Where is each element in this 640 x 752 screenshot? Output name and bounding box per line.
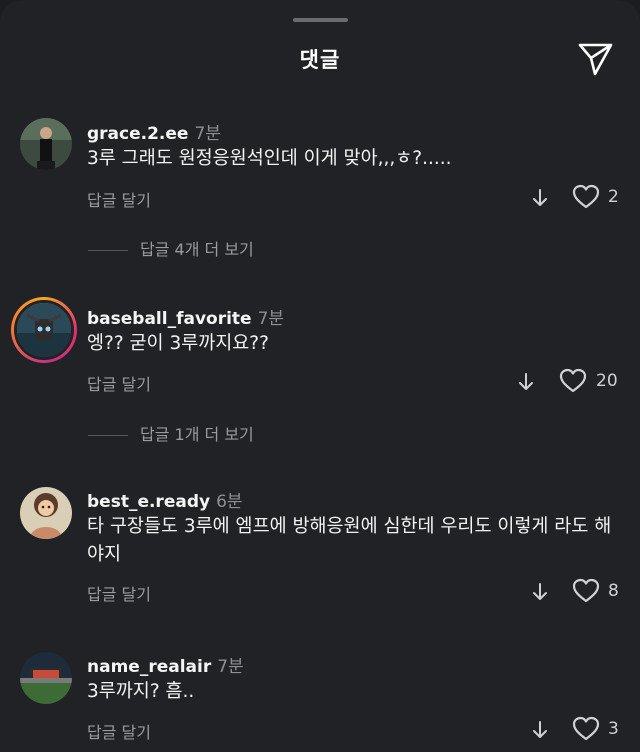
view-replies-label: 답글 1개 더 보기 bbox=[140, 425, 254, 444]
arrow-down-icon[interactable] bbox=[517, 372, 535, 392]
drag-handle[interactable] bbox=[293, 18, 348, 22]
avatar[interactable] bbox=[20, 652, 72, 704]
view-more-replies[interactable]: 답글 1개 더 보기 bbox=[88, 421, 254, 445]
comment-time: 7분 bbox=[194, 124, 221, 144]
like-count: 20 bbox=[596, 371, 618, 391]
arrow-down-icon[interactable] bbox=[531, 720, 549, 740]
arrow-down-icon[interactable] bbox=[531, 188, 549, 208]
like-count: 3 bbox=[608, 719, 619, 739]
comment-text: 엥?? 굳이 3루까지요?? bbox=[87, 333, 269, 354]
arrow-down-icon[interactable] bbox=[531, 582, 549, 602]
view-more-replies[interactable]: 답글 4개 더 보기 bbox=[88, 236, 254, 260]
heart-icon[interactable] bbox=[572, 716, 600, 742]
username[interactable]: baseball_favorite bbox=[87, 309, 252, 329]
view-replies-label: 답글 4개 더 보기 bbox=[140, 240, 254, 259]
send-paper-plane-icon[interactable] bbox=[576, 40, 616, 78]
like-count: 2 bbox=[608, 187, 619, 207]
divider bbox=[88, 250, 128, 251]
reply-button[interactable]: 답글 달기 bbox=[87, 371, 151, 395]
heart-icon[interactable] bbox=[559, 368, 587, 394]
comment-text: 3루 그래도 원정응원석인데 이게 맞아,,,ㅎ?..... bbox=[87, 148, 452, 169]
divider bbox=[88, 435, 128, 436]
heart-icon[interactable] bbox=[572, 578, 600, 604]
avatar[interactable] bbox=[20, 118, 72, 170]
comment-text: 3루까지? 흠.. bbox=[87, 681, 195, 702]
comment-time: 7분 bbox=[217, 657, 244, 677]
avatar-story-ring[interactable] bbox=[11, 297, 77, 363]
heart-icon[interactable] bbox=[572, 184, 600, 210]
page-title: 댓글 bbox=[299, 48, 341, 72]
username[interactable]: name_realair bbox=[87, 657, 211, 677]
comment-time: 7분 bbox=[257, 309, 285, 329]
comment-time: 6분 bbox=[216, 492, 243, 512]
reply-button[interactable]: 답글 달기 bbox=[87, 581, 151, 605]
username[interactable]: grace.2.ee bbox=[87, 124, 188, 144]
like-count: 8 bbox=[608, 581, 619, 601]
avatar[interactable] bbox=[20, 487, 72, 539]
comments-sheet: 댓글 grace.2.ee 7분 3루 그래도 원정응원석인데 이게 맞아,,,ㅎ… bbox=[0, 0, 640, 752]
comment-text: 타 구장들도 3루에 엠프에 방해응원에 심한데 우리도 이렇게 라도 해야지 bbox=[87, 516, 612, 565]
username[interactable]: best_e.ready bbox=[87, 492, 210, 512]
avatar bbox=[14, 300, 74, 360]
reply-button[interactable]: 답글 달기 bbox=[87, 719, 151, 743]
reply-button[interactable]: 답글 달기 bbox=[87, 187, 151, 211]
